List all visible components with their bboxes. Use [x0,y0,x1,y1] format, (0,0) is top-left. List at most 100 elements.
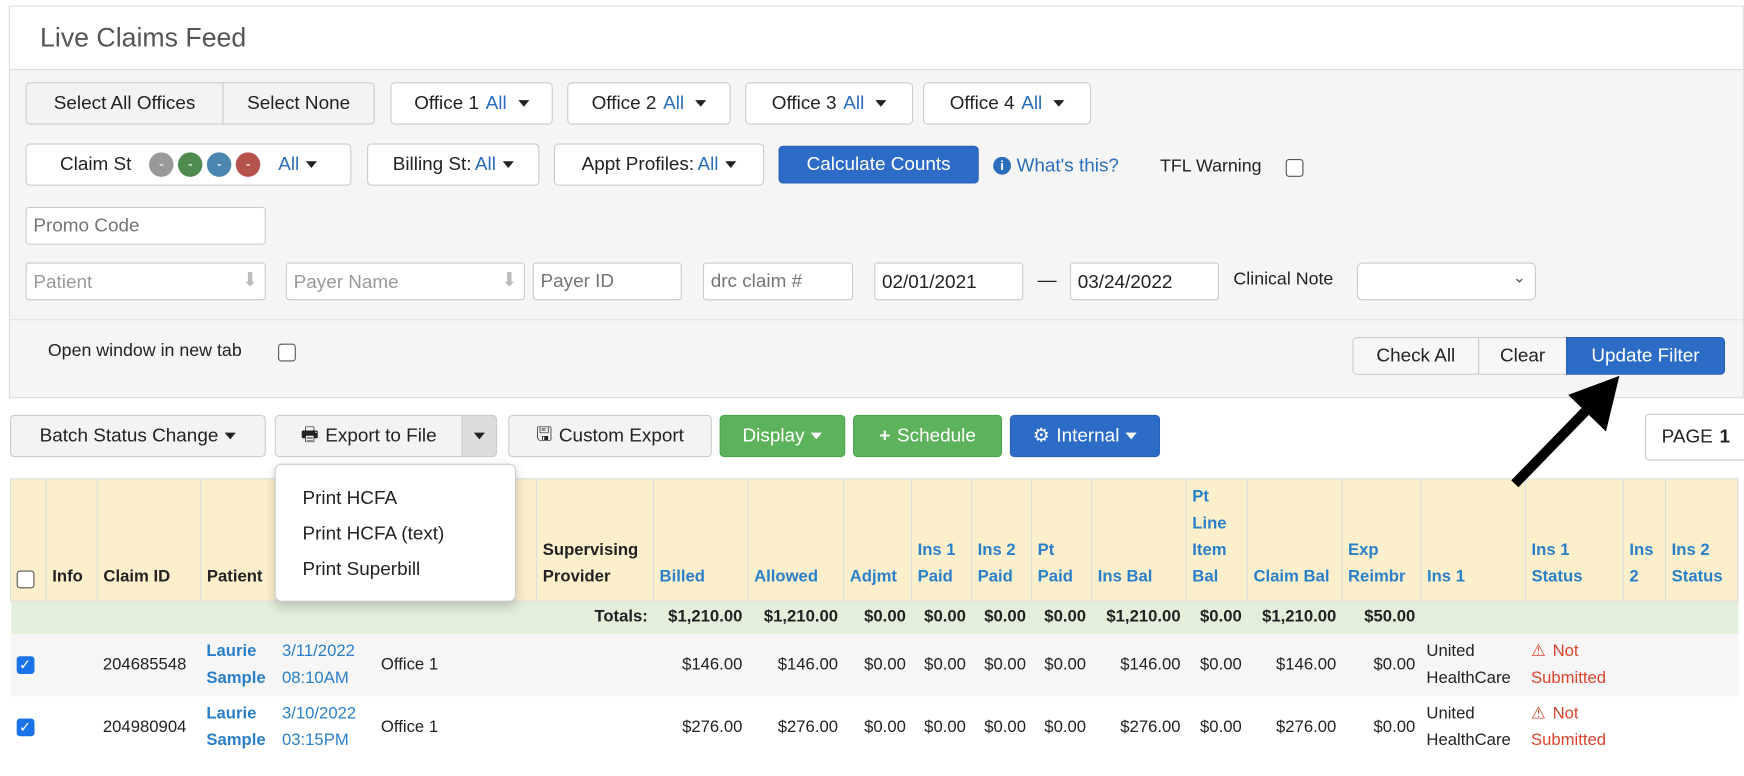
column-header[interactable]: Ins 2 Paid [970,478,1033,602]
payer-name-input[interactable]: Payer Name ⬇ [285,262,525,301]
column-header[interactable] [10,478,47,602]
clinical-note-select[interactable]: ⌄ [1356,262,1536,301]
amount-cell: $0.00 [984,716,1027,736]
ins1-cell: United HealthCare [1426,703,1511,750]
open-new-tab-checkbox[interactable] [278,343,296,362]
column-header[interactable]: Ins 1 Status [1524,478,1624,602]
total-value: $50.00 [1341,601,1421,634]
table-row[interactable]: ✓ 204685548 Laurie Sample 3/11/2022 08:10AM… [10,633,1738,696]
total-value: $0.00 [1031,601,1092,634]
date-from-input[interactable]: 02/01/2021 [874,262,1024,301]
whats-this-text: What's this? [1016,154,1119,176]
caret-down-icon [502,161,514,168]
tfl-warning-checkbox[interactable] [1285,159,1304,177]
caret-down-icon [517,100,529,107]
total-value: $1,210.00 [1247,601,1342,634]
column-header[interactable]: Patient [200,478,277,602]
column-header[interactable]: Ins 1 [1420,478,1526,602]
batch-status-change-button[interactable]: Batch Status Change [10,414,266,458]
internal-button[interactable]: ⚙ Internal [1009,414,1161,458]
column-header[interactable]: Allowed [747,478,845,602]
date-to-input[interactable]: 03/24/2022 [1069,262,1219,301]
office-value: All [663,92,685,114]
schedule-button[interactable]: + Schedule [853,414,1003,458]
office-cell: Office 1 [375,633,446,696]
amount-cell: $0.00 [843,633,912,696]
amount-cell: $0.00 [864,716,906,736]
amount-cell: $146.00 [747,633,844,696]
ins2-status-cell [1666,696,1738,758]
calculate-counts-button[interactable]: Calculate Counts [778,145,979,184]
column-header[interactable]: Supervising Provider [536,478,654,602]
appointment-date-link[interactable]: 3/10/2022 03:15PM [276,696,375,758]
column-header[interactable]: Exp Reimbr [1341,478,1422,602]
column-header[interactable]: Ins 1 Paid [910,478,973,602]
claim-status-dot[interactable]: - [207,152,232,177]
column-header[interactable]: Ins Bal [1091,478,1187,602]
claim-status-dropdown[interactable]: Claim St ---- All [25,143,352,186]
caret-down-icon [1126,432,1138,440]
caret-down-icon [473,432,485,440]
patient-link[interactable]: Laurie Sample [201,696,277,758]
claim-status-dot[interactable]: - [235,152,261,177]
ins2-cell [1623,696,1665,758]
column-header[interactable]: Ins 2 [1622,478,1667,602]
column-header[interactable]: Adjmt [843,478,913,602]
office-1-dropdown[interactable]: Office 1 All [390,82,553,125]
gear-icon: ⚙ [1032,424,1050,446]
supervising-provider-cell [536,633,654,696]
menu-item-print-hcfa-text[interactable]: Print HCFA (text) [303,516,515,552]
office-label: Office 4 [949,92,1015,114]
menu-item-print-superbill[interactable]: Print Superbill [303,552,515,588]
column-header[interactable]: Info [45,478,98,602]
claim-status-dot[interactable]: - [178,152,203,177]
select-all-offices-button[interactable]: Select All Offices [25,82,224,125]
annotation-arrow-icon [1511,375,1620,488]
column-header[interactable]: Claim ID [96,478,202,602]
column-header[interactable]: Ins 2 Status [1664,478,1739,602]
menu-item-print-hcfa[interactable]: Print HCFA [303,480,515,516]
totals-empty [1420,601,1738,634]
appointment-date-link[interactable]: 3/11/2022 08:10AM [276,633,376,696]
patient-link[interactable]: Laurie Sample [200,633,277,696]
export-dropdown-toggle[interactable] [461,414,498,458]
ins1-status-cell: ⚠ Not Submitted [1525,696,1623,758]
check-all-button[interactable]: Check All [1352,336,1480,375]
claim-status-dot[interactable]: - [149,152,174,177]
page-indicator: PAGE 1 [1644,413,1744,461]
claim-status-label: Claim St [59,153,132,175]
drc-claim-input[interactable] [702,262,854,301]
billing-status-dropdown[interactable]: Billing St: All [367,143,540,186]
total-value: $0.00 [911,601,972,634]
caret-down-icon [875,100,887,107]
batch-status-label: Batch Status Change [39,424,219,446]
promo-code-input[interactable] [25,206,266,245]
column-header[interactable]: Billed [652,478,749,602]
row-checkbox[interactable]: ✓ [16,655,34,674]
export-label: Export to File [325,424,437,446]
select-none-button[interactable]: Select None [222,82,375,125]
appt-profiles-dropdown[interactable]: Appt Profiles: All [553,143,765,186]
table-row[interactable]: ✓ 204980904 Laurie Sample 3/10/2022 03:15PM… [11,696,1738,758]
date-separator: — [1037,269,1057,291]
display-button[interactable]: Display [719,414,846,458]
export-to-file-button[interactable]: 🖶 Export to File [274,414,463,458]
column-header[interactable]: Claim Bal [1246,478,1343,602]
ins1-cell: United HealthCare [1420,633,1526,696]
office-value: All [1021,92,1043,114]
office-3-dropdown[interactable]: Office 3 All [745,82,914,125]
whats-this-link[interactable]: i What's this? [993,155,1119,177]
column-header[interactable]: Pt Line Item Bal [1185,478,1248,602]
supervising-provider-cell [537,696,654,758]
office-2-dropdown[interactable]: Office 2 All [567,82,731,125]
row-checkbox[interactable]: ✓ [16,717,34,736]
custom-export-button[interactable]: 🖫 Custom Export [508,414,712,458]
schedule-label: Schedule [897,424,976,446]
claim-id: 204685548 [97,633,201,696]
payer-id-input[interactable] [532,262,682,301]
office-4-dropdown[interactable]: Office 4 All [923,82,1092,125]
select-all-checkbox[interactable] [16,570,35,589]
column-header[interactable]: Pt Paid [1031,478,1093,602]
info-cell [46,633,98,696]
patient-input[interactable]: Patient ⬇ [25,262,266,301]
